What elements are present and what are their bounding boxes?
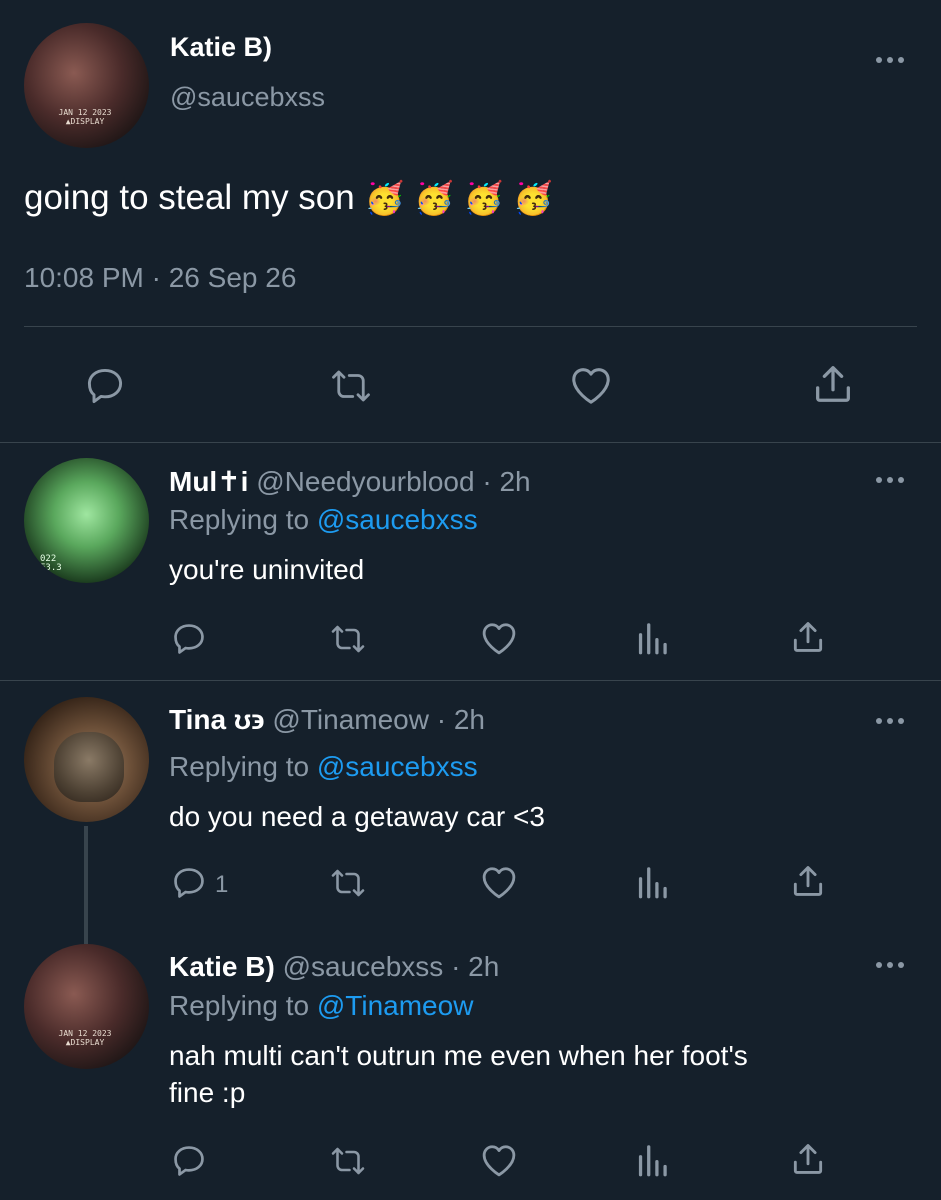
party-emoji: 🥳 (463, 180, 504, 216)
analytics-icon[interactable] (635, 864, 669, 900)
share-icon[interactable] (810, 361, 856, 407)
mention-link[interactable]: @Tinameow (317, 990, 474, 1021)
analytics-icon[interactable] (635, 620, 669, 656)
retweet-icon[interactable] (327, 865, 369, 901)
avatar[interactable]: JAN 12 2023 ▲DISPLAY (24, 23, 149, 148)
like-icon[interactable] (479, 1141, 519, 1179)
author-handle[interactable]: @Needyourblood (256, 466, 474, 497)
author-handle[interactable]: @saucebxss (170, 82, 325, 113)
cat-photo-shape (54, 732, 124, 802)
more-icon[interactable] (876, 718, 906, 726)
avatar[interactable]: JAN 12 2023 ▲DISPLAY (24, 944, 149, 1069)
tweet-timestamp[interactable]: 10:08 PM · 26 Sep 26 (24, 262, 296, 294)
avatar[interactable] (24, 697, 149, 822)
reply-time[interactable]: · 2h (451, 951, 499, 982)
divider (0, 442, 941, 443)
reply-text: do you need a getaway car <3 (169, 801, 545, 832)
reply-header: Mul✝i @Needyourblood · 2h (169, 465, 531, 498)
analytics-icon[interactable] (635, 1142, 669, 1178)
like-icon[interactable] (568, 363, 614, 407)
like-icon[interactable] (479, 619, 519, 657)
party-emoji: 🥳 (414, 180, 454, 216)
tweet-text: going to steal my son 🥳 🥳 🥳 🥳 (24, 178, 554, 217)
share-icon[interactable] (789, 618, 827, 656)
like-icon[interactable] (479, 863, 519, 901)
reply-header: Katie B) @saucebxss · 2h (169, 951, 499, 983)
retweet-icon[interactable] (327, 621, 369, 657)
reply-icon[interactable] (170, 864, 208, 902)
avatar-caption: JAN 12 2023 ▲DISPLAY (58, 108, 112, 126)
replying-to: Replying to @saucebxss (169, 504, 478, 535)
avatar[interactable]: 022 E3.3 (24, 458, 149, 583)
reply-time[interactable]: · 2h (482, 466, 530, 497)
author-handle[interactable]: @saucebxss (283, 951, 444, 982)
author-name[interactable]: Katie B) (169, 951, 275, 982)
replying-to: Replying to @Tinameow (169, 990, 474, 1021)
retweet-icon[interactable] (327, 365, 375, 407)
avatar-caption: JAN 12 2023 ▲DISPLAY (58, 1029, 112, 1047)
party-emoji: 🥳 (364, 180, 405, 216)
mention-link[interactable]: @saucebxss (317, 504, 478, 535)
reply-icon[interactable] (170, 1142, 208, 1180)
more-icon[interactable] (876, 57, 906, 65)
divider (24, 326, 917, 327)
thread-line (84, 826, 88, 944)
reply-text-line: fine :p (169, 1077, 246, 1108)
reply-header: Tina ʊ϶ @Tinameow · 2h (169, 704, 485, 736)
divider (0, 680, 941, 681)
reply-text-line: nah multi can't outrun me even when her … (169, 1040, 748, 1071)
author-handle[interactable]: @Tinameow (272, 704, 429, 735)
share-icon[interactable] (789, 1140, 827, 1178)
author-name[interactable]: Mul✝i (169, 466, 248, 497)
reply-icon[interactable] (170, 620, 208, 658)
replying-to: Replying to @saucebxss (169, 751, 478, 782)
author-name[interactable]: Tina ʊ϶ (169, 704, 265, 735)
reply-time[interactable]: · 2h (437, 704, 485, 735)
more-icon[interactable] (876, 477, 906, 485)
author-name[interactable]: Katie B) (170, 32, 272, 63)
more-icon[interactable] (876, 962, 906, 970)
retweet-icon[interactable] (327, 1143, 369, 1179)
reply-count: 1 (215, 871, 229, 898)
party-emoji: 🥳 (513, 180, 554, 216)
mention-link[interactable]: @saucebxss (317, 751, 478, 782)
reply-text: you're uninvited (169, 554, 365, 585)
share-icon[interactable] (789, 862, 827, 900)
reply-icon[interactable] (83, 364, 127, 408)
avatar-caption: 022 E3.3 (40, 554, 62, 573)
